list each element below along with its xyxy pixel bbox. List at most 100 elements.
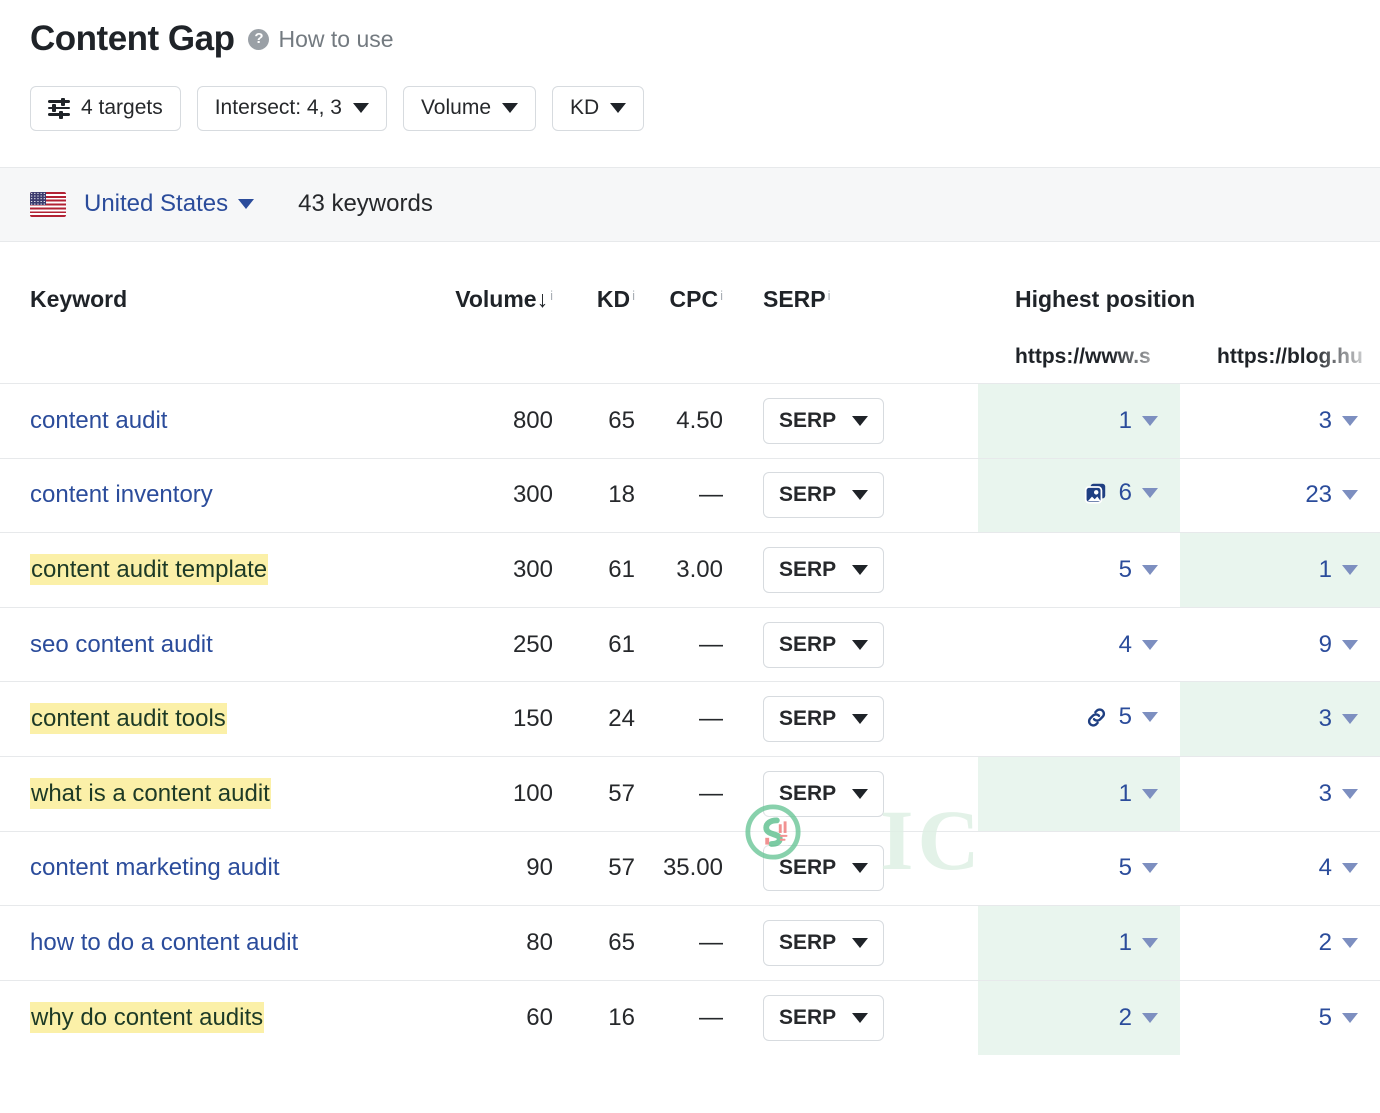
info-icon[interactable]: i xyxy=(550,288,553,303)
keyword-link[interactable]: content audit xyxy=(30,407,167,434)
chevron-down-icon[interactable] xyxy=(1342,863,1358,873)
kd-cell: 16 xyxy=(575,980,657,1055)
kd-cell: 65 xyxy=(575,906,657,981)
position-value[interactable]: 5 xyxy=(1119,556,1132,584)
chevron-down-icon[interactable] xyxy=(1142,789,1158,799)
serp-button[interactable]: SERP xyxy=(763,920,884,966)
chevron-down-icon[interactable] xyxy=(1342,640,1358,650)
volume-cell: 150 xyxy=(440,682,575,757)
position-cell-target-1: 2 xyxy=(978,980,1180,1055)
serp-button[interactable]: SERP xyxy=(763,398,884,444)
link-icon[interactable] xyxy=(1084,705,1109,730)
kd-cell: 24 xyxy=(575,682,657,757)
position-value[interactable]: 2 xyxy=(1319,929,1332,957)
position-value[interactable]: 2 xyxy=(1119,1004,1132,1032)
position-value[interactable]: 6 xyxy=(1119,479,1132,507)
serp-button[interactable]: SERP xyxy=(763,547,884,593)
intersect-dropdown[interactable]: Intersect: 4, 3 xyxy=(197,86,387,131)
position-value[interactable]: 5 xyxy=(1119,703,1132,731)
serp-button-label: SERP xyxy=(779,409,836,433)
serp-button-label: SERP xyxy=(779,931,836,955)
column-header-volume[interactable]: Volume↓i xyxy=(440,242,575,325)
position-value[interactable]: 1 xyxy=(1119,929,1132,957)
position-value[interactable]: 3 xyxy=(1319,780,1332,808)
position-cell-target-2: 2 xyxy=(1180,906,1380,981)
keyword-link[interactable]: seo content audit xyxy=(30,631,213,658)
cpc-cell: — xyxy=(657,756,745,831)
serp-button[interactable]: SERP xyxy=(763,995,884,1041)
chevron-down-icon[interactable] xyxy=(1142,712,1158,722)
keyword-link[interactable]: why do content audits xyxy=(30,1002,264,1033)
position-value[interactable]: 1 xyxy=(1319,556,1332,584)
position-value[interactable]: 23 xyxy=(1305,481,1332,509)
chevron-down-icon[interactable] xyxy=(1142,938,1158,948)
info-icon[interactable]: i xyxy=(828,288,831,303)
how-to-use-label: How to use xyxy=(278,26,393,53)
serp-button[interactable]: SERP xyxy=(763,771,884,817)
chevron-down-icon[interactable] xyxy=(1342,938,1358,948)
serp-button[interactable]: SERP xyxy=(763,696,884,742)
target-column-url-1[interactable]: https://www.s xyxy=(978,325,1180,384)
position-cell-target-2: 1 xyxy=(1180,533,1380,608)
serp-cell: SERP xyxy=(745,980,978,1055)
info-icon[interactable]: i xyxy=(632,288,635,303)
serp-button[interactable]: SERP xyxy=(763,622,884,668)
kd-filter-dropdown[interactable]: KD xyxy=(552,86,644,131)
position-value[interactable]: 1 xyxy=(1119,780,1132,808)
targets-button[interactable]: 4 targets xyxy=(30,86,181,131)
chevron-down-icon xyxy=(502,103,518,113)
position-value[interactable]: 5 xyxy=(1119,854,1132,882)
position-value[interactable]: 5 xyxy=(1319,1004,1332,1032)
serp-button[interactable]: SERP xyxy=(763,845,884,891)
position-value[interactable]: 4 xyxy=(1119,631,1132,659)
table-row: content audit template300613.00SERP51 xyxy=(0,533,1380,608)
target-column-url-2[interactable]: https://blog.hu xyxy=(1180,325,1380,384)
volume-filter-dropdown[interactable]: Volume xyxy=(403,86,536,131)
chevron-down-icon[interactable] xyxy=(1142,565,1158,575)
chevron-down-icon[interactable] xyxy=(1342,416,1358,426)
keyword-link[interactable]: how to do a content audit xyxy=(30,929,298,956)
position-value[interactable]: 3 xyxy=(1319,407,1332,435)
position-value[interactable]: 9 xyxy=(1319,631,1332,659)
column-header-cpc[interactable]: CPCi xyxy=(657,242,745,325)
keyword-link[interactable]: content inventory xyxy=(30,481,213,508)
chevron-down-icon[interactable] xyxy=(1342,490,1358,500)
volume-cell: 300 xyxy=(440,533,575,608)
question-mark-icon[interactable]: ? xyxy=(248,29,269,50)
table-row: content marketing audit905735.00SERP54 xyxy=(0,831,1380,906)
volume-cell: 800 xyxy=(440,384,575,459)
info-icon[interactable]: i xyxy=(720,288,723,303)
chevron-down-icon[interactable] xyxy=(1342,714,1358,724)
kd-cell: 57 xyxy=(575,756,657,831)
serp-button[interactable]: SERP xyxy=(763,472,884,518)
serp-cell: SERP xyxy=(745,607,978,682)
how-to-use-link[interactable]: ? How to use xyxy=(248,26,393,53)
table-row: what is a content audit10057—SERP13 xyxy=(0,756,1380,831)
chevron-down-icon[interactable] xyxy=(1142,640,1158,650)
chevron-down-icon[interactable] xyxy=(238,199,254,209)
position-value[interactable]: 1 xyxy=(1119,407,1132,435)
chevron-down-icon[interactable] xyxy=(1142,416,1158,426)
chevron-down-icon[interactable] xyxy=(1342,1013,1358,1023)
column-header-serp[interactable]: SERPi xyxy=(745,242,978,325)
keyword-link[interactable]: content audit template xyxy=(30,554,268,585)
chevron-down-icon[interactable] xyxy=(1142,863,1158,873)
keyword-link[interactable]: content audit tools xyxy=(30,703,227,734)
kd-cell: 18 xyxy=(575,458,657,533)
position-cell-target-2: 5 xyxy=(1180,980,1380,1055)
cpc-cell: — xyxy=(657,682,745,757)
keyword-link[interactable]: what is a content audit xyxy=(30,778,271,809)
image-pack-icon[interactable] xyxy=(1083,480,1109,506)
chevron-down-icon[interactable] xyxy=(1142,1013,1158,1023)
serp-button-label: SERP xyxy=(779,856,836,880)
serp-button-label: SERP xyxy=(779,483,836,507)
chevron-down-icon[interactable] xyxy=(1342,565,1358,575)
column-header-kd[interactable]: KDi xyxy=(575,242,657,325)
position-value[interactable]: 4 xyxy=(1319,854,1332,882)
chevron-down-icon[interactable] xyxy=(1342,789,1358,799)
country-selector[interactable]: United States xyxy=(84,190,228,218)
position-value[interactable]: 3 xyxy=(1319,705,1332,733)
column-header-keyword[interactable]: Keyword xyxy=(0,242,440,325)
chevron-down-icon[interactable] xyxy=(1142,488,1158,498)
keyword-link[interactable]: content marketing audit xyxy=(30,854,279,881)
